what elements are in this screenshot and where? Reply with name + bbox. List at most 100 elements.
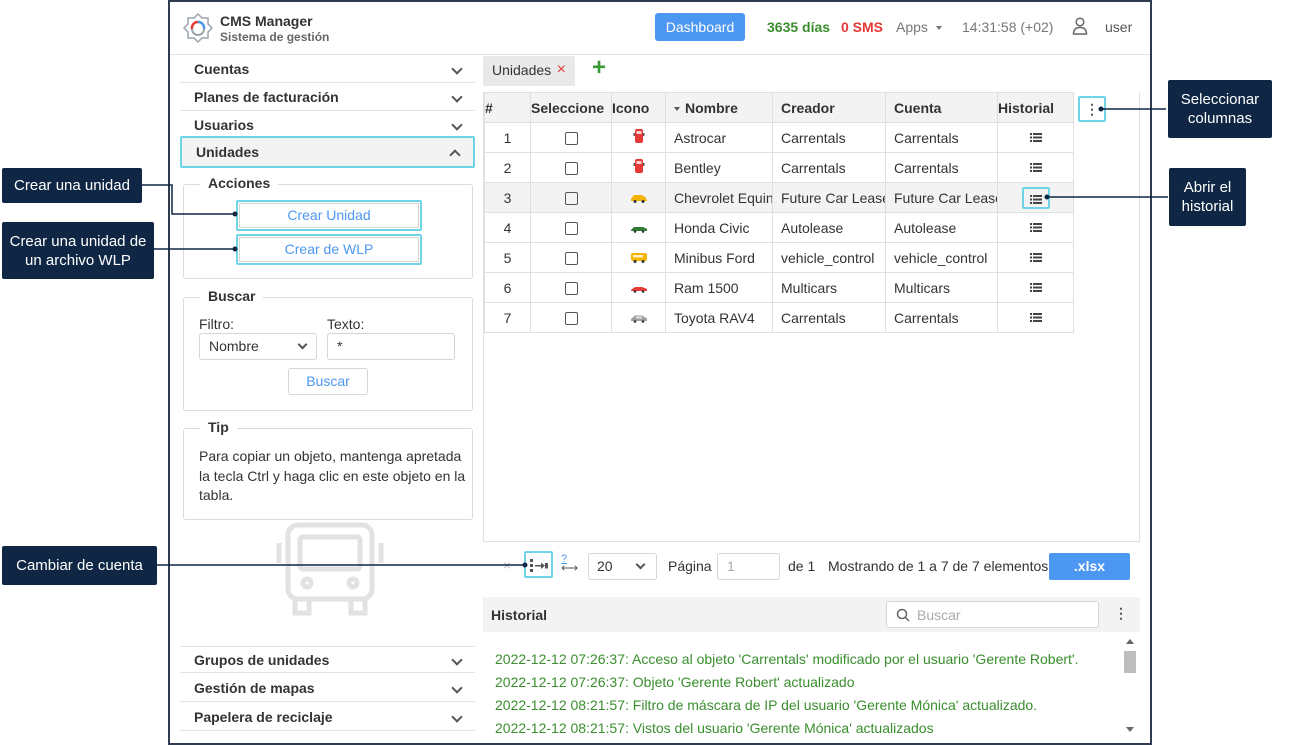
column-header-creator[interactable]: Creador xyxy=(772,92,886,123)
row-name[interactable]: Minibus Ford xyxy=(665,242,773,273)
chevron-down-icon xyxy=(451,63,463,75)
scroll-down-icon[interactable] xyxy=(1126,727,1134,732)
select-columns-button[interactable]: ⋮ xyxy=(1078,96,1106,122)
accordion-papelera[interactable]: Papelera de reciclaje xyxy=(180,704,475,731)
open-history-icon[interactable] xyxy=(1022,157,1050,179)
page-size-select[interactable]: 20 xyxy=(588,553,657,580)
row-icon-cell xyxy=(611,242,666,273)
history-entry: 2022-12-12 08:21:57: Vistos del usuario … xyxy=(495,720,934,736)
text-label: Texto: xyxy=(327,316,365,332)
table-row[interactable]: 6 Ram 1500 Multicars Multicars xyxy=(484,272,1074,303)
search-text-input[interactable]: * xyxy=(327,333,455,360)
close-tab-icon[interactable]: × xyxy=(557,56,566,84)
open-history-icon[interactable] xyxy=(1022,247,1050,269)
history-title: Historial xyxy=(491,607,548,623)
search-fieldset: Buscar Filtro: Texto: Nombre * Buscar xyxy=(183,288,473,411)
row-checkbox[interactable] xyxy=(564,132,578,146)
history-scrollbar[interactable] xyxy=(1123,639,1137,735)
history-entry: 2022-12-12 07:26:37: Objeto 'Gerente Rob… xyxy=(495,674,855,690)
user-icon[interactable] xyxy=(1072,17,1088,35)
accordion-label: Planes de facturación xyxy=(194,89,339,105)
tab-label: Unidades xyxy=(492,62,552,78)
row-creator: Autolease xyxy=(772,212,886,243)
dashboard-button[interactable]: Dashboard xyxy=(655,13,745,41)
row-history-cell xyxy=(997,122,1074,153)
create-wlp-button[interactable]: Crear de WLP xyxy=(236,234,422,265)
units-table: # Seleccione Icono Nombre Creador Cuenta… xyxy=(484,92,1074,333)
export-xlsx-button[interactable]: .xlsx xyxy=(1049,553,1130,580)
row-checkbox[interactable] xyxy=(564,162,578,176)
row-name[interactable]: Toyota RAV4 xyxy=(665,302,773,333)
accordion-usuarios[interactable]: Usuarios xyxy=(180,112,475,139)
open-history-icon[interactable] xyxy=(1022,307,1050,329)
page-label: Página xyxy=(668,558,712,574)
accordion-label: Usuarios xyxy=(194,117,254,133)
clear-selection-icon[interactable]: × xyxy=(503,557,511,573)
row-creator: Carrentals xyxy=(772,122,886,153)
accordion-gestion-mapas[interactable]: Gestión de mapas xyxy=(180,675,475,702)
apps-label: Apps xyxy=(896,19,928,35)
history-menu-icon[interactable]: ⋮ xyxy=(1114,605,1128,622)
filter-select[interactable]: Nombre xyxy=(199,333,317,360)
help-icon[interactable]: ? ⟷ xyxy=(561,553,578,579)
row-icon-cell xyxy=(611,152,666,183)
table-row[interactable]: 4 Honda Civic Autolease Autolease xyxy=(484,212,1074,243)
clock: 14:31:58 (+02) xyxy=(962,19,1054,35)
search-button[interactable]: Buscar xyxy=(288,368,368,395)
create-unit-button[interactable]: Crear Unidad xyxy=(236,200,422,231)
tab-unidades[interactable]: Unidades × xyxy=(483,56,575,86)
column-header-history[interactable]: Historial xyxy=(997,92,1074,123)
row-account: Carrentals xyxy=(885,152,998,183)
row-account: vehicle_control xyxy=(885,242,998,273)
chevron-down-icon xyxy=(451,711,463,723)
column-header-icon[interactable]: Icono xyxy=(611,92,666,123)
column-header-select[interactable]: Seleccione xyxy=(530,92,612,123)
row-name[interactable]: Chevrolet Equinox xyxy=(665,182,773,213)
history-search-input[interactable]: Buscar xyxy=(886,601,1099,628)
page-input[interactable]: 1 xyxy=(717,553,780,580)
row-account: Multicars xyxy=(885,272,998,303)
table-row[interactable]: 1 Astrocar Carrentals Carrentals xyxy=(484,122,1074,153)
column-header-name-label: Nombre xyxy=(685,99,738,116)
user-name[interactable]: user xyxy=(1105,19,1132,35)
table-row[interactable]: 3Chevrolet EquinoxFuture Car LeaseFuture… xyxy=(484,182,1074,213)
scroll-thumb[interactable] xyxy=(1124,651,1136,673)
row-name[interactable]: Ram 1500 xyxy=(665,272,773,303)
row-select-cell xyxy=(530,182,612,213)
row-name[interactable]: Honda Civic xyxy=(665,212,773,243)
actions-legend: Acciones xyxy=(200,175,279,191)
column-header-account[interactable]: Cuenta xyxy=(885,92,998,123)
apps-menu[interactable]: Apps xyxy=(896,19,942,35)
accordion-grupos-unidades[interactable]: Grupos de unidades xyxy=(180,646,475,673)
days-counter: 3635 días xyxy=(767,19,831,35)
change-account-button[interactable] xyxy=(524,551,553,578)
accordion-planes-facturacion[interactable]: Planes de facturación xyxy=(180,84,475,111)
row-checkbox[interactable] xyxy=(564,222,578,236)
table-row[interactable]: 5 Minibus Ford vehicle_control vehicle_cont… xyxy=(484,242,1074,273)
row-select-cell xyxy=(530,272,612,303)
row-name[interactable]: Bentley xyxy=(665,152,773,183)
open-history-icon[interactable] xyxy=(1022,277,1050,299)
row-checkbox[interactable] xyxy=(564,282,578,296)
row-select-cell xyxy=(530,152,612,183)
accordion-cuentas[interactable]: Cuentas xyxy=(180,56,475,83)
row-name[interactable]: Astrocar xyxy=(665,122,773,153)
table-row[interactable]: 7 Toyota RAV4 Carrentals Carrentals xyxy=(484,302,1074,333)
add-tab-icon[interactable]: + xyxy=(589,56,609,80)
table-row[interactable]: 2 Bentley Carrentals Carrentals xyxy=(484,152,1074,183)
open-history-icon[interactable] xyxy=(1021,186,1050,209)
column-header-number[interactable]: # xyxy=(484,92,531,123)
showing-count: Mostrando de 1 a 7 de 7 elementos. xyxy=(828,558,1053,574)
page-total: de 1 xyxy=(788,558,816,574)
open-history-icon[interactable] xyxy=(1022,127,1050,149)
scroll-up-icon[interactable] xyxy=(1126,639,1134,644)
accordion-unidades[interactable]: Unidades xyxy=(180,136,475,168)
row-checkbox[interactable] xyxy=(564,312,578,326)
row-checkbox[interactable] xyxy=(564,192,578,206)
column-header-name[interactable]: Nombre xyxy=(665,92,773,123)
units-grid: # Seleccione Icono Nombre Creador Cuenta… xyxy=(483,92,1140,542)
bus-watermark-icon xyxy=(276,522,384,616)
open-history-icon[interactable] xyxy=(1022,217,1050,239)
row-checkbox[interactable] xyxy=(564,252,578,266)
filter-label: Filtro: xyxy=(199,316,234,332)
